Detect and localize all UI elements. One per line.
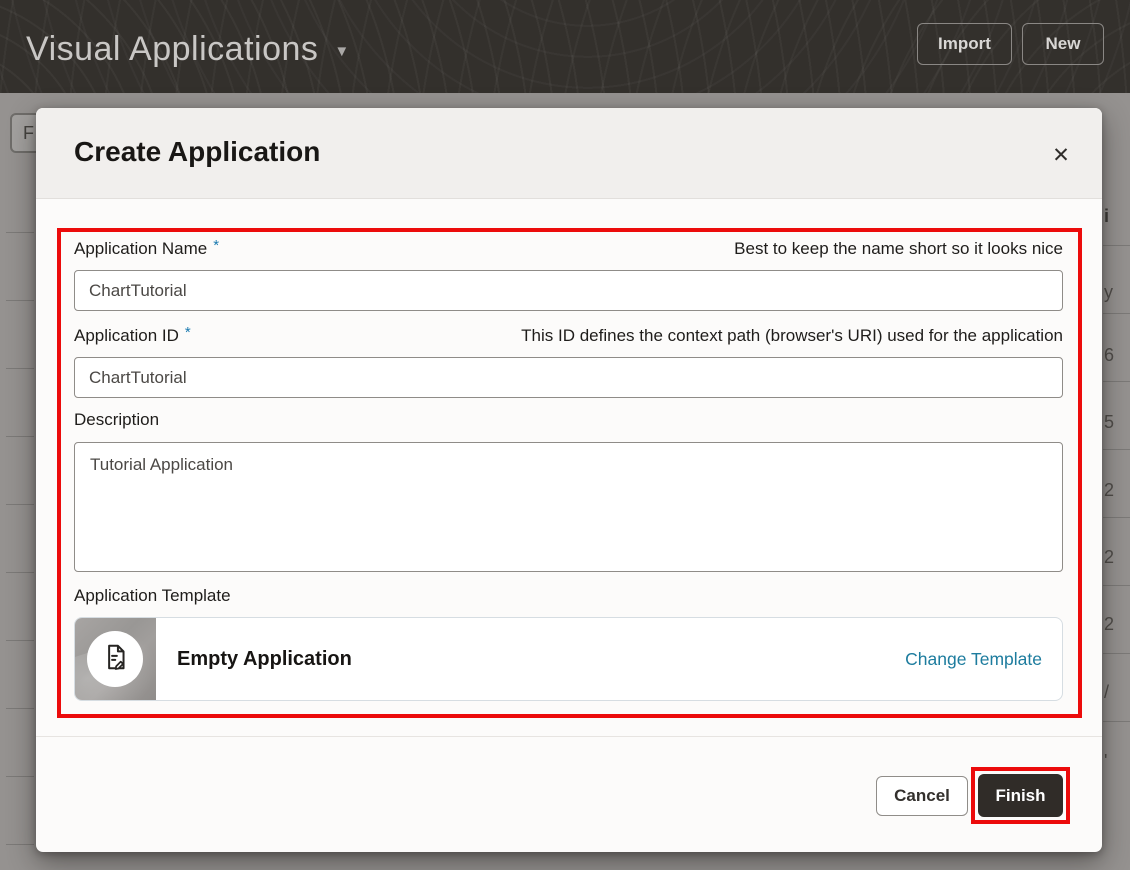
bg-text-fragment: 6 [1104, 346, 1114, 364]
application-name-input[interactable] [74, 270, 1063, 311]
bg-text-fragment: 2 [1104, 481, 1114, 499]
dialog-title: Create Application [74, 136, 320, 168]
description-label: Description [74, 410, 159, 430]
screen: F i y 6 5 2 2 2 / ' Visual Applications … [0, 0, 1130, 870]
empty-application-icon [99, 641, 131, 678]
description-textarea[interactable]: Tutorial Application [74, 442, 1063, 572]
app-id-label-row: Application ID * This ID defines the cont… [74, 324, 1063, 346]
bg-table-rowline [6, 300, 34, 301]
required-asterisk: * [213, 237, 219, 254]
dialog-header: Create Application ✕ [36, 108, 1102, 199]
bg-table-rowline [1103, 517, 1130, 518]
template-card: Empty Application Change Template [74, 617, 1063, 701]
app-switcher[interactable]: Visual Applications ▼ [26, 0, 349, 93]
bg-table-rowline [6, 640, 34, 641]
app-id-hint: This ID defines the context path (browse… [521, 326, 1063, 346]
app-id-label: Application ID [74, 326, 179, 345]
filter-fragment-text: F [23, 123, 34, 144]
change-template-link[interactable]: Change Template [905, 649, 1042, 670]
close-icon: ✕ [1052, 145, 1070, 166]
bg-table-rowline [6, 708, 34, 709]
app-name-hint: Best to keep the name short so it looks … [734, 239, 1063, 259]
app-name-label: Application Name [74, 239, 207, 258]
bg-table-rowline [1103, 449, 1130, 450]
app-name-label-row: Application Name * Best to keep the name … [74, 237, 1063, 259]
template-thumbnail [75, 618, 156, 700]
template-label-row: Application Template [74, 586, 1063, 606]
bg-table-rowline [1103, 653, 1130, 654]
create-application-dialog: Create Application ✕ Application Name * B… [36, 108, 1102, 852]
bg-table-rowline [6, 504, 34, 505]
footer-divider [36, 736, 1102, 737]
template-label: Application Template [74, 586, 231, 606]
bg-table-rowline [1103, 313, 1130, 314]
close-button[interactable]: ✕ [1042, 136, 1080, 174]
finish-button[interactable]: Finish [978, 774, 1063, 817]
bg-text-fragment: i [1104, 207, 1109, 225]
bg-text-fragment: 2 [1104, 548, 1114, 566]
chevron-down-icon: ▼ [334, 33, 349, 60]
bg-table-rowline [1103, 585, 1130, 586]
bg-table-rowline [6, 776, 34, 777]
template-name: Empty Application [177, 648, 352, 671]
app-header-bar: Visual Applications ▼ Import New [0, 0, 1130, 93]
cancel-button[interactable]: Cancel [876, 776, 968, 816]
app-title: Visual Applications [26, 24, 318, 69]
application-id-input[interactable] [74, 357, 1063, 398]
bg-table-rowline [6, 436, 34, 437]
bg-table-rowline [1103, 381, 1130, 382]
description-label-row: Description [74, 410, 1063, 430]
bg-text-fragment: y [1104, 283, 1113, 301]
bg-text-fragment: / [1104, 683, 1109, 701]
required-asterisk: * [185, 324, 191, 341]
bg-table-rowline [1103, 721, 1130, 722]
bg-table-rowline [1103, 245, 1130, 246]
import-button[interactable]: Import [917, 23, 1012, 65]
template-icon-circle [87, 631, 143, 687]
bg-table-rowline [6, 844, 34, 845]
new-button[interactable]: New [1022, 23, 1104, 65]
bg-table-rowline [6, 368, 34, 369]
annotation-rect-finish: Finish [971, 767, 1070, 824]
bg-table-rowline [6, 232, 34, 233]
bg-table-rowline [6, 572, 34, 573]
bg-text-fragment: ' [1104, 752, 1107, 770]
bg-text-fragment: 2 [1104, 615, 1114, 633]
bg-text-fragment: 5 [1104, 413, 1114, 431]
